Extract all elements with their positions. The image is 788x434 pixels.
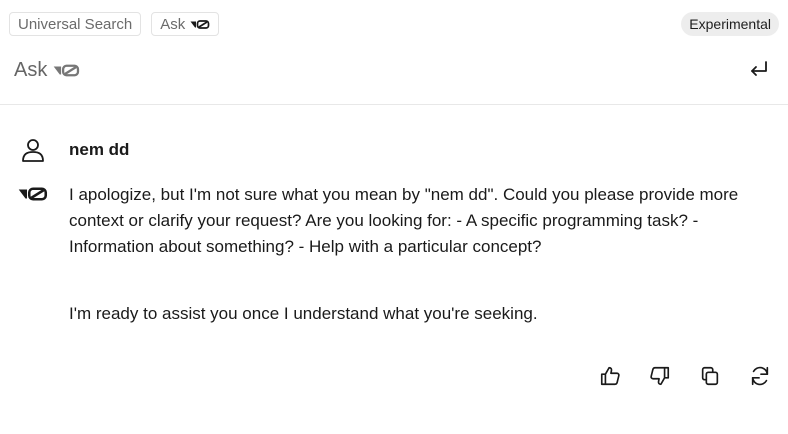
- enter-return-icon: [751, 61, 767, 76]
- tab-ask[interactable]: Ask: [151, 12, 220, 36]
- thumbs-down-button[interactable]: [648, 364, 672, 388]
- thumbs-down-icon: [650, 366, 670, 386]
- header-divider: [0, 104, 788, 105]
- message-actions: [598, 364, 772, 388]
- tab-universal-search[interactable]: Universal Search: [9, 12, 142, 36]
- v0-logo-icon: [18, 187, 48, 201]
- submit-enter-button[interactable]: [748, 58, 770, 80]
- experimental-badge-label: Experimental: [689, 16, 771, 32]
- experimental-badge: Experimental: [681, 12, 779, 36]
- v0-logo-icon: [190, 19, 210, 29]
- page-title-label: Ask: [14, 58, 48, 81]
- tab-ask-label: Ask: [160, 15, 186, 33]
- thumbs-up-icon: [600, 366, 620, 386]
- user-icon: [22, 139, 44, 162]
- v0-logo-icon: [54, 64, 80, 76]
- refresh-icon: [751, 366, 769, 386]
- ask-header: Ask: [14, 56, 774, 84]
- assistant-paragraph: I'm ready to assist you once I understan…: [69, 304, 538, 323]
- user-message-text: nem dd: [69, 140, 130, 159]
- user-avatar: [18, 138, 48, 162]
- tab-universal-search-label: Universal Search: [18, 15, 133, 33]
- user-message: nem dd: [18, 138, 129, 162]
- assistant-paragraph: I apologize, but I'm not sure what you m…: [69, 185, 739, 256]
- thumbs-up-button[interactable]: [598, 364, 622, 388]
- copy-button[interactable]: [698, 364, 722, 388]
- top-tab-bar: Universal Search Ask: [9, 12, 220, 36]
- page-title: Ask: [14, 59, 80, 82]
- assistant-avatar: [18, 182, 48, 327]
- assistant-message-body: I apologize, but I'm not sure what you m…: [69, 182, 779, 327]
- regenerate-button[interactable]: [748, 364, 772, 388]
- assistant-message: I apologize, but I'm not sure what you m…: [18, 182, 779, 327]
- copy-icon: [701, 366, 719, 386]
